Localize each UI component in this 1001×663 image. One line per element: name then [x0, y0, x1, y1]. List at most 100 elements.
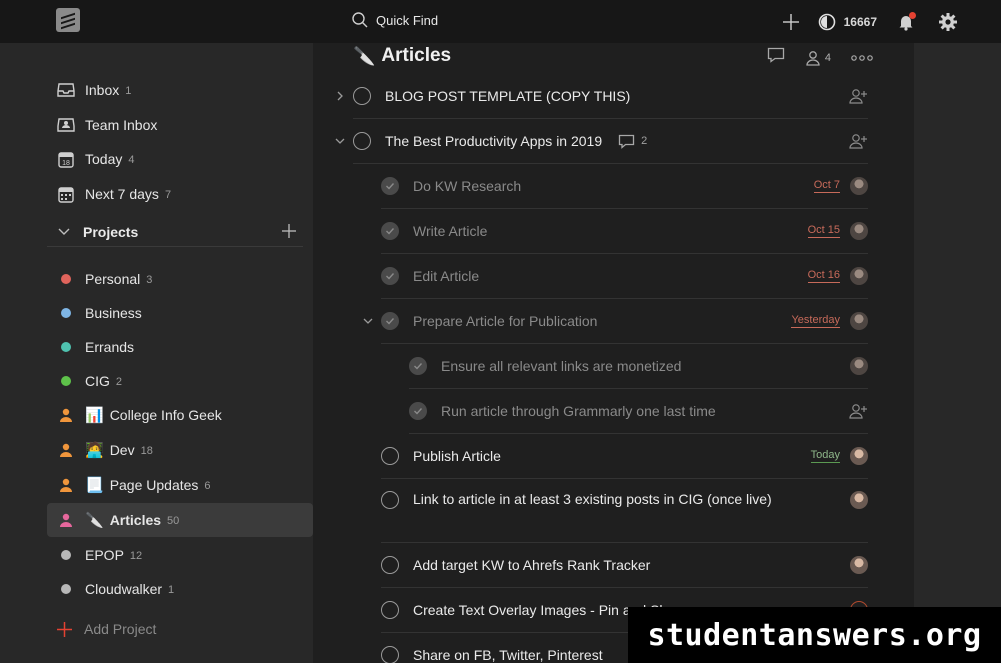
task-due-date[interactable]: Oct 15 [807, 224, 840, 238]
notification-dot [909, 12, 916, 19]
project-color-dot-icon [57, 270, 75, 288]
task-row[interactable]: Prepare Article for Publication Yesterday [363, 299, 868, 344]
team-inbox-icon [57, 116, 75, 134]
task-checkbox[interactable] [409, 402, 427, 420]
task-checkbox[interactable] [381, 646, 399, 663]
task-row[interactable]: Edit Article Oct 16 [381, 254, 868, 299]
task-row[interactable]: Publish Article Today [381, 434, 868, 479]
right-gutter [914, 43, 1001, 663]
task-content[interactable]: Edit Article [413, 268, 479, 284]
task-row[interactable]: Do KW Research Oct 7 [381, 164, 868, 209]
sidebar-project-dev[interactable]: 🧑‍💻 Dev 18 [47, 433, 313, 467]
sidebar-project-cloudwalker[interactable]: Cloudwalker 1 [47, 572, 313, 606]
task-checkbox[interactable] [409, 357, 427, 375]
task-checkbox[interactable] [381, 447, 399, 465]
assignee-avatar[interactable] [850, 222, 868, 240]
task-checkbox[interactable] [381, 267, 399, 285]
search-icon [352, 12, 368, 28]
sidebar-item-label: Articles [109, 512, 162, 528]
todoist-logo-icon[interactable] [56, 8, 80, 32]
task-checkbox[interactable] [381, 491, 399, 509]
projects-header[interactable]: Projects [47, 217, 303, 247]
task-row[interactable]: Link to article in at least 3 existing p… [381, 479, 868, 543]
sidebar-item-next-7-days[interactable]: Next 7 days 7 [47, 177, 313, 211]
sidebar-item-count: 4 [128, 154, 135, 166]
sidebar-item-label: Cloudwalker [85, 581, 163, 597]
task-checkbox[interactable] [381, 556, 399, 574]
task-content[interactable]: Write Article [413, 223, 487, 239]
task-content[interactable]: Link to article in at least 3 existing p… [413, 491, 772, 507]
sidebar-project-personal[interactable]: Personal 3 [47, 262, 313, 296]
assign-user-icon[interactable] [848, 87, 868, 105]
add-project-plus-button[interactable] [281, 223, 297, 244]
sidebar-project-epop[interactable]: EPOP 12 [47, 538, 313, 572]
settings-button[interactable] [935, 9, 961, 35]
task-checkbox[interactable] [381, 601, 399, 619]
inbox-icon [57, 81, 75, 99]
task-comments-button[interactable]: 2 [618, 134, 647, 149]
task-content[interactable]: Prepare Article for Publication [413, 313, 597, 329]
chevron-down-icon[interactable] [361, 314, 375, 328]
share-project-button[interactable]: 4 [805, 50, 831, 66]
project-color-dot-icon [57, 546, 75, 564]
sidebar-item-label: Inbox [85, 82, 120, 98]
task-content[interactable]: Do KW Research [413, 178, 521, 194]
task-due-date[interactable]: Yesterday [791, 314, 840, 328]
sidebar-item-label: Dev [109, 442, 135, 458]
task-content[interactable]: Publish Article [413, 448, 501, 464]
task-due-date[interactable]: Today [810, 449, 840, 463]
assignee-avatar[interactable] [850, 267, 868, 285]
quick-find[interactable]: Quick Find [351, 11, 438, 29]
project-comments-button[interactable] [767, 47, 785, 68]
karma-button[interactable]: 16667 [818, 13, 877, 31]
task-row[interactable]: Write Article Oct 15 [381, 209, 868, 254]
notifications-button[interactable] [893, 9, 919, 35]
sidebar: Inbox 1 Team Inbox 18 Today 4 Next 7 day… [0, 43, 313, 663]
task-row[interactable]: Run article through Grammarly one last t… [409, 389, 868, 434]
task-row[interactable]: The Best Productivity Apps in 2019 2 [335, 119, 868, 164]
task-checkbox[interactable] [353, 87, 371, 105]
task-checkbox[interactable] [353, 132, 371, 150]
task-row[interactable]: Ensure all relevant links are monetized [409, 344, 868, 389]
more-actions-button[interactable] [851, 49, 873, 67]
task-row[interactable]: Add target KW to Ahrefs Rank Tracker [381, 543, 868, 588]
watermark: studentanswers.org [628, 607, 1001, 663]
sidebar-project-articles[interactable]: 🔪 Articles 50 [47, 503, 313, 537]
assignee-avatar[interactable] [850, 556, 868, 574]
task-checkbox[interactable] [381, 312, 399, 330]
sidebar-item-inbox[interactable]: Inbox 1 [47, 73, 313, 107]
quick-add-button[interactable] [778, 9, 804, 35]
sidebar-project-college-info-geek[interactable]: 📊 College Info Geek [47, 398, 313, 432]
assignee-avatar[interactable] [850, 357, 868, 375]
task-checkbox[interactable] [381, 177, 399, 195]
sidebar-project-errands[interactable]: Errands [47, 330, 313, 364]
chevron-down-icon[interactable] [333, 134, 347, 148]
chevron-right-icon[interactable] [333, 89, 347, 103]
task-content[interactable]: Run article through Grammarly one last t… [441, 403, 716, 419]
more-horizontal-icon [851, 54, 873, 61]
task-due-date[interactable]: Oct 7 [813, 179, 840, 193]
task-due-date[interactable]: Oct 16 [807, 269, 840, 283]
assign-user-icon[interactable] [848, 132, 868, 150]
assignee-avatar[interactable] [850, 177, 868, 195]
plus-icon [282, 224, 296, 238]
sidebar-project-page-updates[interactable]: 📃 Page Updates 6 [47, 468, 313, 502]
task-content[interactable]: Share on FB, Twitter, Pinterest [413, 647, 603, 663]
assign-user-icon[interactable] [848, 402, 868, 420]
assignee-avatar[interactable] [850, 491, 868, 509]
add-project-button[interactable]: Add Project [57, 621, 156, 637]
assignee-avatar[interactable] [850, 312, 868, 330]
task-content[interactable]: The Best Productivity Apps in 2019 [385, 133, 602, 149]
project-color-dot-icon [57, 338, 75, 356]
sidebar-project-business[interactable]: Business [47, 296, 313, 330]
task-checkbox[interactable] [381, 222, 399, 240]
task-row[interactable]: BLOG POST TEMPLATE (COPY THIS) [337, 74, 868, 119]
sidebar-item-team-inbox[interactable]: Team Inbox [47, 108, 313, 142]
sidebar-project-cig[interactable]: CIG 2 [47, 364, 313, 398]
assignee-avatar[interactable] [850, 447, 868, 465]
task-content[interactable]: Ensure all relevant links are monetized [441, 358, 681, 374]
task-content[interactable]: BLOG POST TEMPLATE (COPY THIS) [385, 88, 630, 104]
task-content[interactable]: Add target KW to Ahrefs Rank Tracker [413, 557, 650, 573]
sidebar-item-today[interactable]: 18 Today 4 [47, 142, 313, 176]
sidebar-item-label: Page Updates [109, 477, 199, 493]
